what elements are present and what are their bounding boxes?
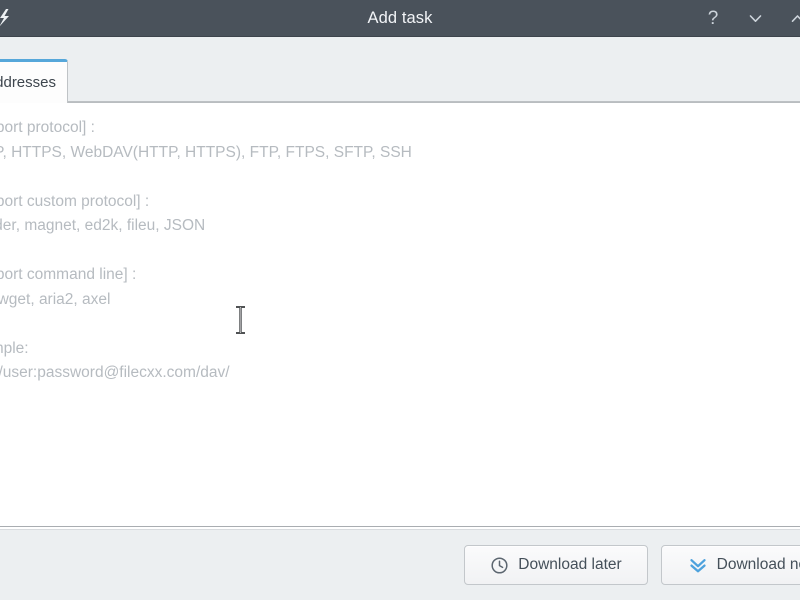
- window-title-text: Add task: [367, 9, 433, 27]
- text-ibeam-cursor: [234, 305, 247, 335]
- titlebar-button-group: ?: [700, 0, 800, 37]
- addresses-placeholder-text: [Support protocol] : HTTP, HTTPS, WebDAV…: [0, 119, 412, 381]
- chevron-down-icon: [749, 15, 761, 22]
- download-later-button[interactable]: Download later: [464, 545, 648, 585]
- footer-separator: [0, 526, 800, 527]
- dialog-footer: Download later Download now: [0, 530, 800, 600]
- tab-addresses[interactable]: Addresses: [0, 59, 68, 103]
- addresses-textarea[interactable]: [Support protocol] : HTTP, HTTPS, WebDAV…: [0, 103, 800, 526]
- double-chevron-down-icon: [688, 555, 708, 575]
- window-titlebar: Add task ?: [0, 0, 800, 37]
- collapse-button[interactable]: [742, 6, 768, 32]
- window-title: Add task: [0, 0, 800, 37]
- download-now-button[interactable]: Download now: [661, 545, 800, 585]
- download-now-label: Download now: [716, 556, 800, 573]
- download-later-label: Download later: [518, 556, 622, 573]
- tab-addresses-label: Addresses: [0, 74, 56, 91]
- maximize-button[interactable]: [784, 6, 800, 32]
- clock-icon: [490, 556, 509, 575]
- chevron-up-icon: [791, 15, 800, 22]
- question-mark-icon: ?: [707, 8, 719, 29]
- tab-strip: Addresses: [0, 37, 800, 103]
- help-button[interactable]: ?: [700, 6, 726, 32]
